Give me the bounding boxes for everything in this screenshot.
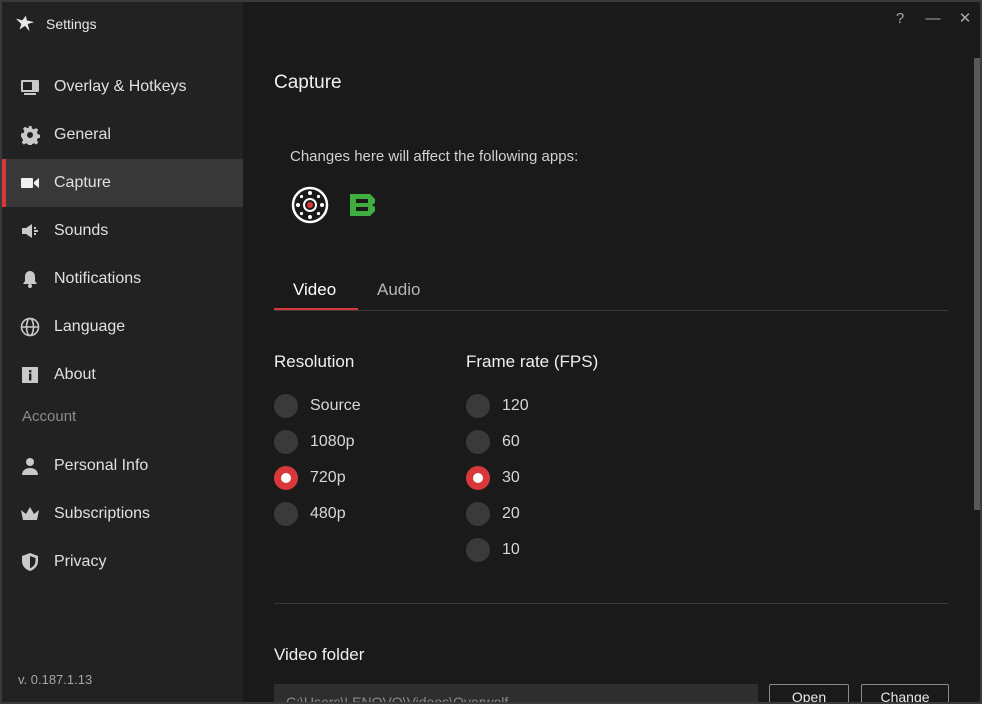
- radio-button[interactable]: [466, 502, 490, 526]
- sidebar-item-personal-info[interactable]: Personal Info: [2, 442, 243, 490]
- radio-button[interactable]: [274, 502, 298, 526]
- radio-option[interactable]: 120: [466, 393, 529, 419]
- radio-label: 480p: [310, 505, 346, 522]
- shield-icon: [20, 552, 40, 572]
- sidebar-item-about[interactable]: About: [2, 351, 243, 399]
- change-folder-button[interactable]: Change: [861, 684, 949, 702]
- info-icon: [20, 365, 40, 385]
- radio-option[interactable]: Source: [274, 393, 361, 419]
- tab-audio[interactable]: Audio: [377, 280, 420, 300]
- radio-option[interactable]: 720p: [274, 465, 346, 491]
- capture-tabs: Video Audio: [274, 270, 948, 311]
- active-tab-indicator: [274, 308, 358, 310]
- version-label: v. 0.187.1.13: [18, 672, 93, 687]
- help-button[interactable]: ?: [888, 8, 912, 28]
- radio-label: 20: [502, 505, 520, 522]
- sidebar-item-label: Capture: [54, 174, 111, 191]
- sidebar-item-label: Notifications: [54, 270, 142, 287]
- overwolf-logo-icon: [15, 15, 35, 32]
- radio-button[interactable]: [274, 466, 298, 490]
- sidebar-item-general[interactable]: General: [2, 111, 243, 159]
- sidebar-item-label: General: [54, 126, 111, 143]
- sidebar-item-privacy[interactable]: Privacy: [2, 538, 243, 586]
- sidebar-item-language[interactable]: Language: [2, 303, 243, 351]
- bell-icon: [20, 269, 40, 289]
- radio-button[interactable]: [466, 430, 490, 454]
- section-divider: [274, 603, 948, 604]
- close-button[interactable]: ✕: [953, 8, 977, 28]
- app-title-bar: Settings: [14, 12, 97, 36]
- sidebar-item-capture[interactable]: Capture: [2, 159, 243, 207]
- affected-apps-text: Changes here will affect the following a…: [290, 148, 579, 165]
- monitor-icon: [20, 77, 40, 97]
- radio-button[interactable]: [274, 430, 298, 454]
- tab-video[interactable]: Video: [293, 280, 336, 300]
- sidebar: Settings Overlay & Hotkeys General Captu…: [2, 2, 243, 702]
- radio-label: 1080p: [310, 433, 355, 450]
- radio-option[interactable]: 60: [466, 429, 520, 455]
- green-b-app-icon: [350, 194, 375, 216]
- resolution-title: Resolution: [274, 352, 355, 371]
- sidebar-item-label: Language: [54, 318, 126, 335]
- page-title: Capture: [274, 72, 342, 93]
- sidebar-item-label: Sounds: [54, 222, 109, 239]
- person-icon: [20, 456, 40, 476]
- radio-button[interactable]: [466, 466, 490, 490]
- sidebar-item-label: About: [54, 366, 96, 383]
- minimize-button[interactable]: —: [921, 8, 945, 28]
- radio-label: 60: [502, 433, 520, 450]
- radio-label: 30: [502, 469, 520, 486]
- radio-option[interactable]: 10: [466, 537, 520, 563]
- radio-label: 120: [502, 397, 529, 414]
- radio-label: 10: [502, 541, 520, 558]
- video-camera-icon: [20, 173, 40, 193]
- video-folder-title: Video folder: [274, 645, 365, 664]
- scrollbar-thumb[interactable]: [974, 58, 980, 510]
- gear-icon: [20, 125, 40, 145]
- sidebar-item-label: Personal Info: [54, 457, 149, 474]
- radio-button[interactable]: [466, 538, 490, 562]
- globe-icon: [20, 317, 40, 337]
- radio-option[interactable]: 480p: [274, 501, 346, 527]
- speaker-icon: [20, 221, 40, 241]
- main-panel: ? — ✕ Capture Changes here will affect t…: [243, 2, 980, 702]
- radio-label: 720p: [310, 469, 346, 486]
- settings-window: Settings Overlay & Hotkeys General Captu…: [0, 0, 982, 704]
- sidebar-item-overlay-hotkeys[interactable]: Overlay & Hotkeys: [2, 63, 243, 111]
- radio-option[interactable]: 20: [466, 501, 520, 527]
- sidebar-item-subscriptions[interactable]: Subscriptions: [2, 490, 243, 538]
- radio-option[interactable]: 1080p: [274, 429, 355, 455]
- radio-option[interactable]: 30: [466, 465, 520, 491]
- framerate-title: Frame rate (FPS): [466, 352, 599, 371]
- sidebar-item-label: Overlay & Hotkeys: [54, 78, 187, 95]
- radio-button[interactable]: [466, 394, 490, 418]
- radio-button[interactable]: [274, 394, 298, 418]
- crown-icon: [20, 504, 40, 524]
- sidebar-item-label: Privacy: [54, 553, 107, 570]
- sidebar-item-notifications[interactable]: Notifications: [2, 255, 243, 303]
- video-folder-path-input[interactable]: [274, 684, 758, 702]
- capture-app-icon: [291, 186, 329, 224]
- sidebar-item-sounds[interactable]: Sounds: [2, 207, 243, 255]
- radio-label: Source: [310, 397, 361, 414]
- account-section-label: Account: [22, 408, 77, 425]
- app-title: Settings: [46, 16, 97, 32]
- sidebar-item-label: Subscriptions: [54, 505, 151, 522]
- open-folder-button[interactable]: Open: [769, 684, 849, 702]
